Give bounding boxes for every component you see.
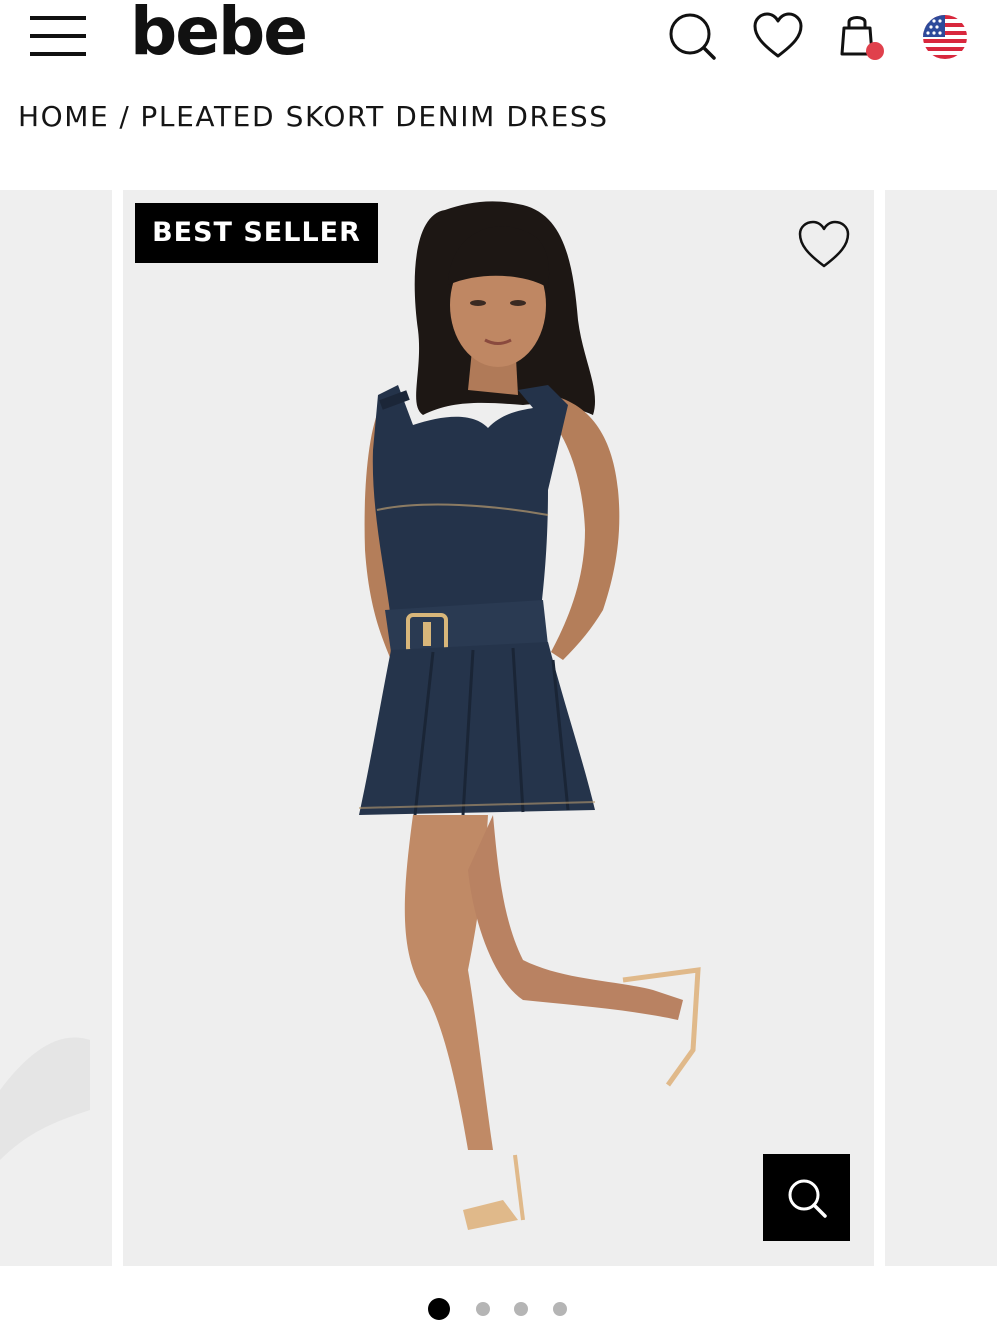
breadcrumb: HOME / PLEATED SKORT DENIM DRESS bbox=[18, 100, 609, 140]
brand-logo[interactable]: bebe bbox=[130, 0, 380, 70]
search-icon[interactable] bbox=[668, 12, 716, 60]
carousel-pagination bbox=[0, 1296, 997, 1324]
heart-outline-icon[interactable] bbox=[797, 220, 851, 270]
product-image-carousel[interactable]: BEST SELLER bbox=[0, 190, 997, 1266]
breadcrumb-separator: / bbox=[119, 100, 131, 133]
shopping-bag-icon[interactable] bbox=[834, 10, 888, 64]
main-product-slide[interactable]: BEST SELLER bbox=[123, 190, 874, 1266]
product-model-image bbox=[123, 190, 874, 1266]
best-seller-badge: BEST SELLER bbox=[135, 203, 378, 263]
site-header: bebe bbox=[0, 0, 997, 78]
carousel-dot-2[interactable] bbox=[476, 1302, 490, 1316]
carousel-dot-4[interactable] bbox=[553, 1302, 567, 1316]
us-flag-icon[interactable] bbox=[920, 12, 970, 62]
hamburger-menu-icon[interactable] bbox=[30, 14, 86, 58]
previous-slide-peek[interactable] bbox=[0, 190, 112, 1266]
logo-text: bebe bbox=[130, 0, 306, 70]
search-zoom-icon bbox=[788, 1179, 827, 1218]
heart-icon[interactable] bbox=[752, 12, 804, 60]
carousel-dot-3[interactable] bbox=[514, 1302, 528, 1316]
breadcrumb-home-link[interactable]: HOME bbox=[18, 100, 109, 133]
cart-indicator-dot bbox=[866, 42, 884, 60]
breadcrumb-current: PLEATED SKORT DENIM DRESS bbox=[140, 100, 609, 133]
next-slide-peek[interactable] bbox=[885, 190, 997, 1266]
zoom-button[interactable] bbox=[763, 1154, 850, 1241]
carousel-dot-1[interactable] bbox=[428, 1298, 450, 1320]
